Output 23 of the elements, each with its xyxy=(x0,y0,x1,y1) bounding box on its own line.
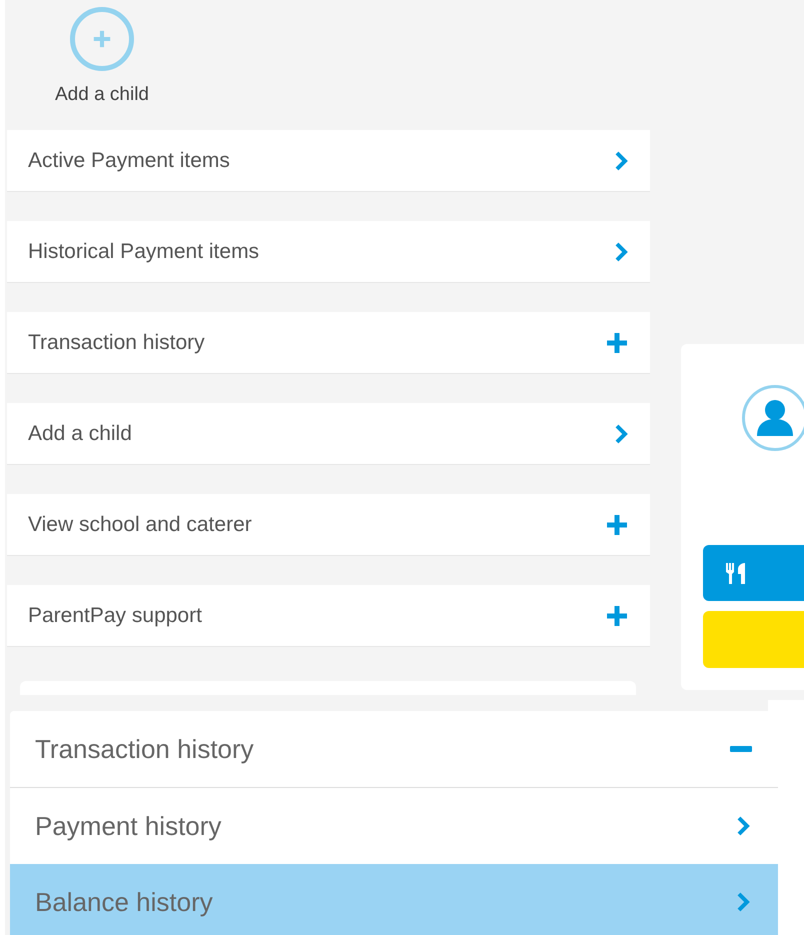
menu-item[interactable]: View school and caterer xyxy=(7,494,650,556)
minus-icon xyxy=(730,746,752,752)
chevron-icon xyxy=(614,150,628,172)
meals-button[interactable] xyxy=(703,545,804,601)
chevron-icon xyxy=(736,815,750,837)
menu-item[interactable]: Historical Payment items xyxy=(7,221,650,283)
cutlery-icon xyxy=(725,562,747,584)
chevron-icon xyxy=(614,422,628,444)
accordion-header[interactable]: Transaction history xyxy=(10,711,778,788)
plus-icon xyxy=(606,604,628,626)
chevron-icon xyxy=(736,891,750,913)
plus-icon xyxy=(93,30,111,48)
add-child-label: Add a child xyxy=(54,84,149,106)
submenu-item[interactable]: Balance history xyxy=(10,864,778,935)
chevron-icon xyxy=(614,240,628,262)
menu-item[interactable]: Add a child xyxy=(7,403,650,465)
action-button[interactable] xyxy=(703,611,804,668)
menu-item[interactable]: Transaction history xyxy=(7,312,650,374)
menu-item[interactable]: Active Payment items xyxy=(7,130,650,192)
avatar-icon xyxy=(742,385,804,451)
plus-icon xyxy=(606,332,628,354)
menu-item[interactable]: ParentPay support xyxy=(7,585,650,647)
plus-icon xyxy=(606,514,628,536)
